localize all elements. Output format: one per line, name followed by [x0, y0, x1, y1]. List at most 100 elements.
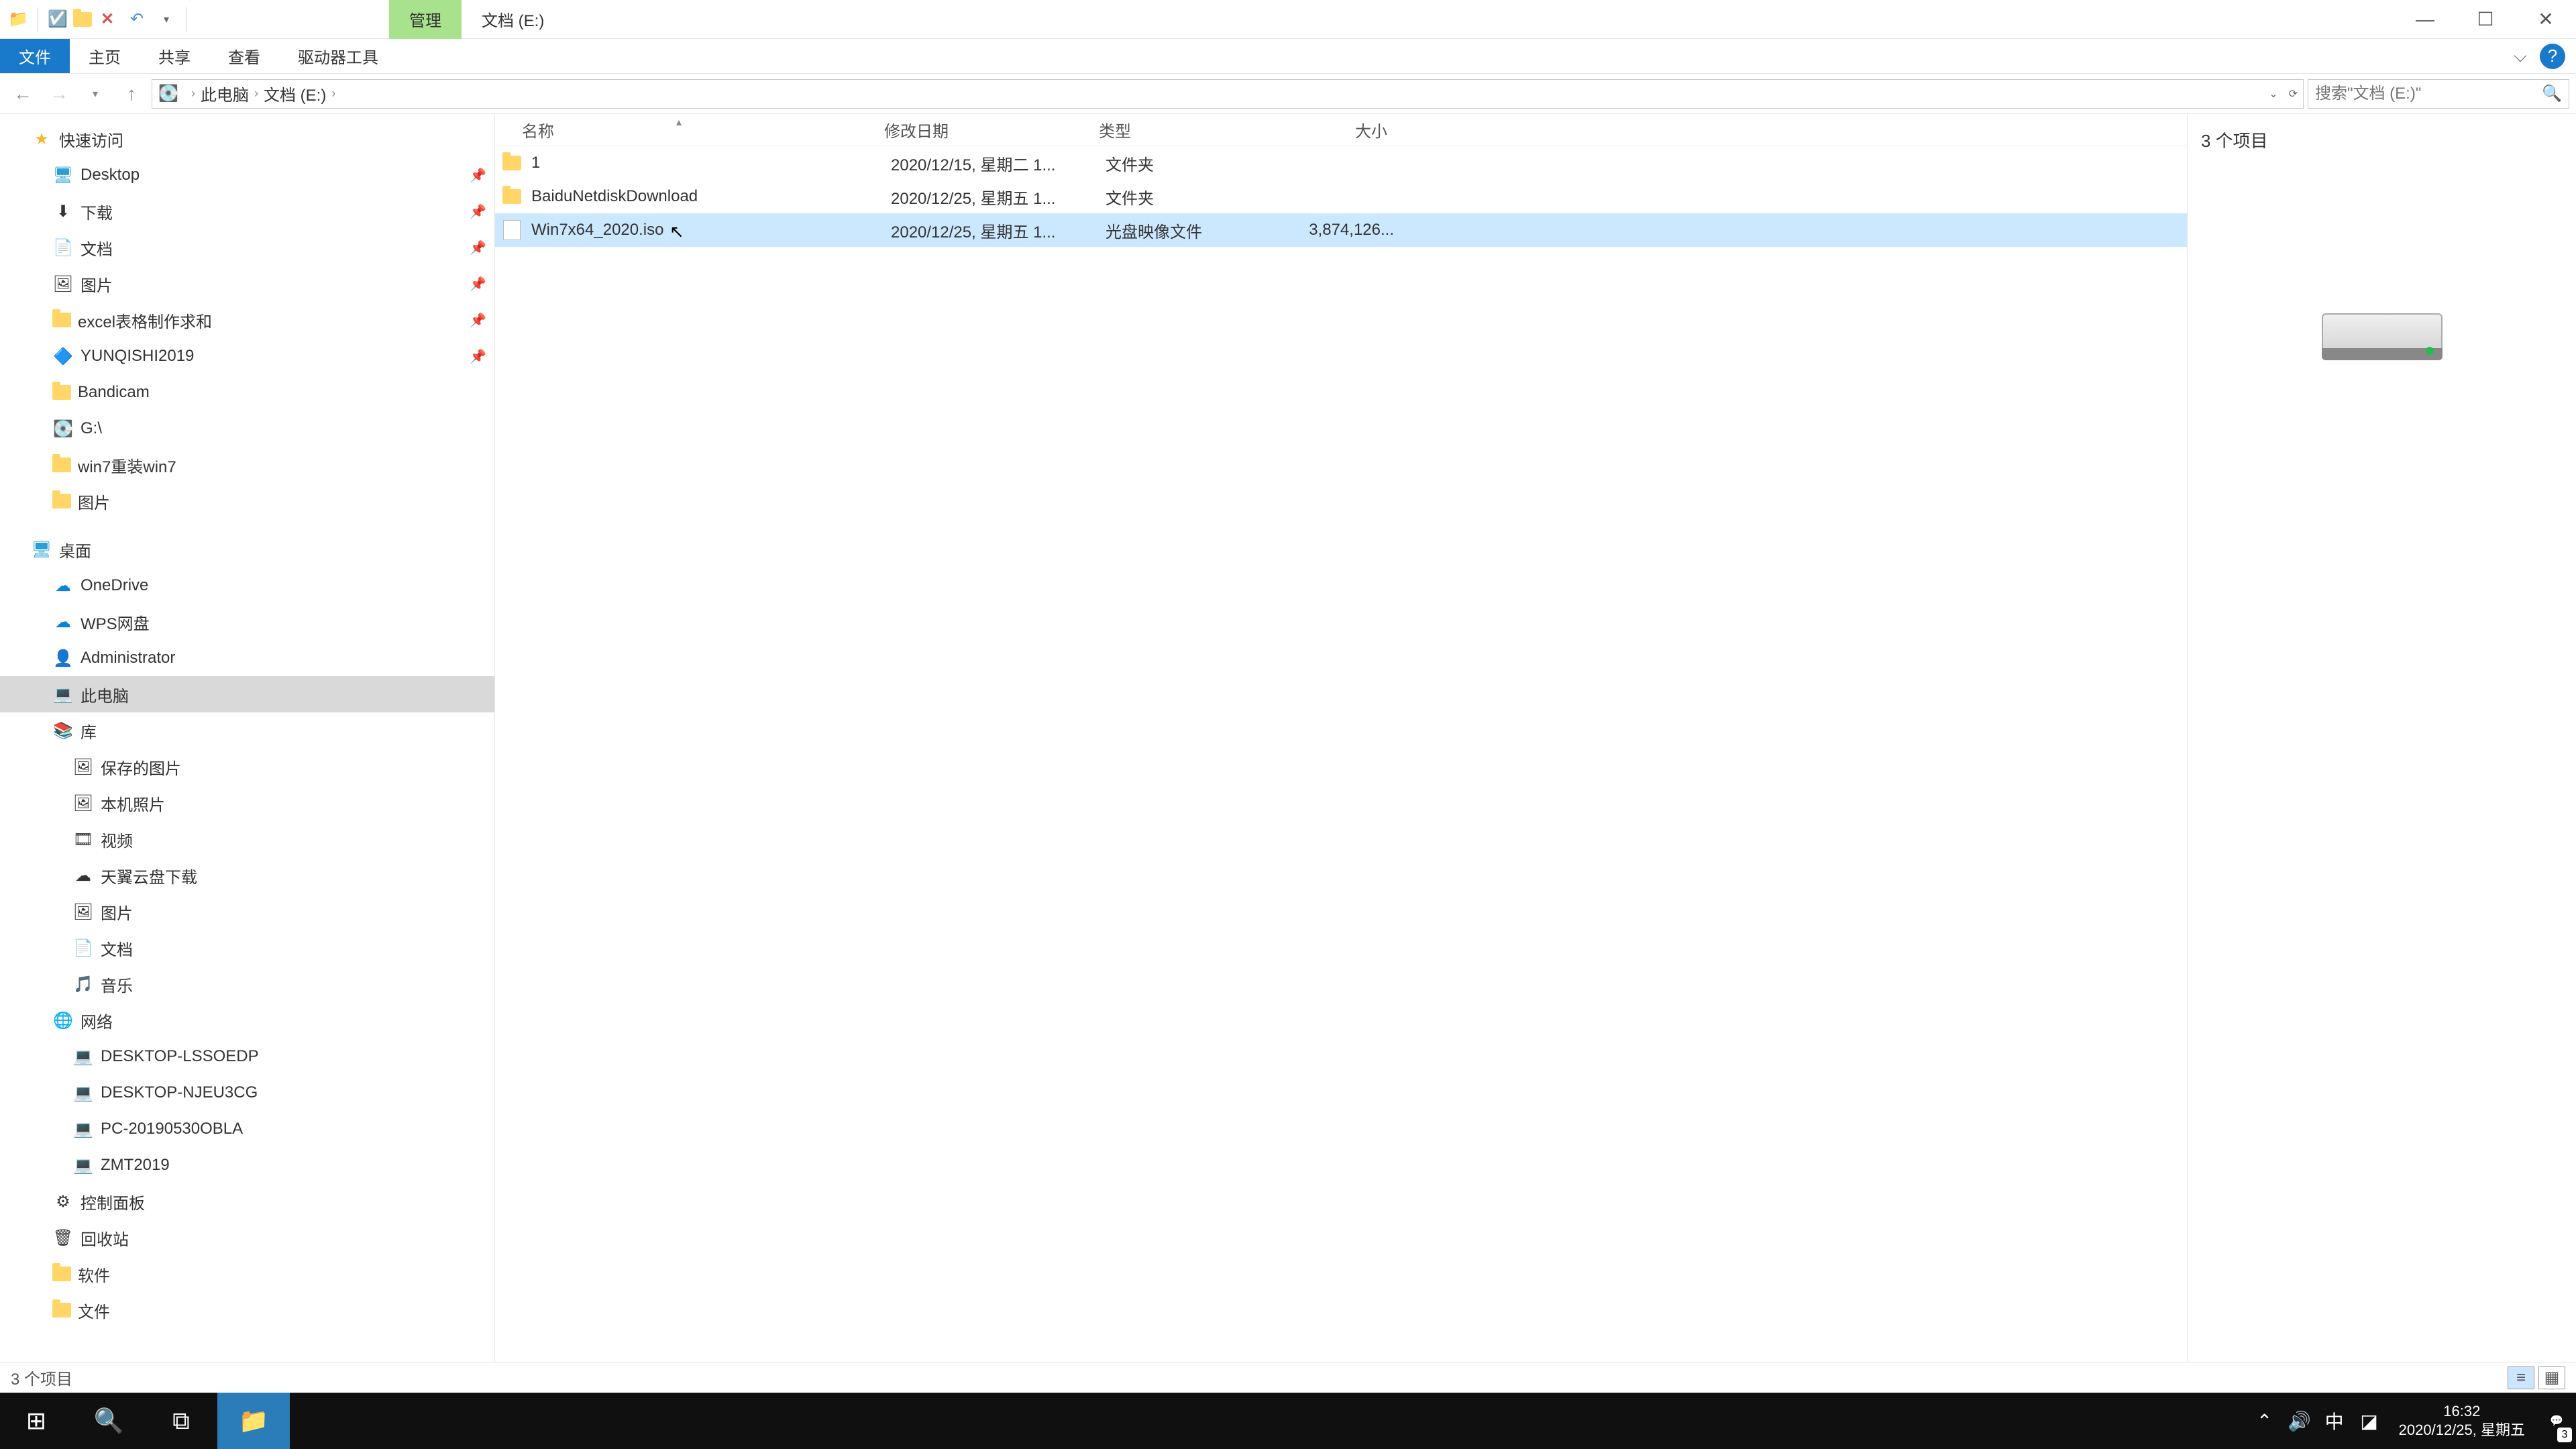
nav-excel-folder[interactable]: excel表格制作求和📌: [0, 302, 494, 338]
nav-pictures[interactable]: 🖼图片📌: [0, 266, 494, 302]
explorer-window: 📁 ☑️ ✕ ↶ ▾ 管理 文档 (E:) — ☐ ✕ 文件 主页 共享 查看 …: [0, 0, 2576, 1393]
nav-control-panel[interactable]: ⚙控制面板: [0, 1183, 494, 1220]
nav-videos[interactable]: 🎞视频: [0, 821, 494, 857]
search-button[interactable]: 🔍: [72, 1393, 145, 1449]
content-area: 名称▴ 修改日期 类型 大小 12020/12/15, 星期二 1...文件夹B…: [495, 114, 2576, 1362]
ribbon: 文件 主页 共享 查看 驱动器工具 ⌵ ?: [0, 39, 2576, 74]
address-bar: ← → ▾ ↑ 💽 › 此电脑 › 文档 (E:) › ⌄ ⟳ 🔍: [0, 74, 2576, 114]
nav-wps[interactable]: ☁WPS网盘: [0, 604, 494, 640]
column-header-name[interactable]: 名称▴: [495, 118, 884, 142]
nav-saved-pics[interactable]: 🖼保存的图片: [0, 749, 494, 785]
picture-icon: 🖼: [72, 901, 94, 922]
taskbar-explorer-button[interactable]: 📁: [217, 1393, 290, 1449]
nav-files-folder[interactable]: 文件: [0, 1292, 494, 1328]
qat-undo-icon[interactable]: ↶: [123, 5, 151, 34]
nav-reinstall-folder[interactable]: win7重装win7: [0, 447, 494, 483]
nav-recycle-bin[interactable]: 🗑回收站: [0, 1220, 494, 1256]
ribbon-expand-chevron-icon[interactable]: ⌵: [2508, 44, 2533, 69]
nav-pics2-folder[interactable]: 图片: [0, 483, 494, 519]
search-input[interactable]: [2315, 85, 2542, 103]
file-row[interactable]: BaiduNetdiskDownload2020/12/25, 星期五 1...…: [495, 180, 2187, 213]
qat-delete-icon[interactable]: ✕: [93, 5, 121, 34]
nav-music[interactable]: 🎵音乐: [0, 966, 494, 1002]
sort-asc-icon: ▴: [676, 115, 682, 129]
maximize-button[interactable]: ☐: [2455, 0, 2516, 39]
file-list[interactable]: 名称▴ 修改日期 类型 大小 12020/12/15, 星期二 1...文件夹B…: [495, 114, 2187, 1362]
music-icon: 🎵: [72, 973, 94, 995]
nav-admin[interactable]: 👤Administrator: [0, 640, 494, 676]
nav-lib-pics[interactable]: 🖼图片: [0, 894, 494, 930]
file-row[interactable]: Win7x64_2020.iso2020/12/25, 星期五 1...光盘映像…: [495, 213, 2187, 247]
tray-app-icon[interactable]: ◪: [2352, 1393, 2387, 1449]
help-icon[interactable]: ?: [2540, 44, 2565, 69]
nav-network[interactable]: 🌐网络: [0, 1002, 494, 1038]
nav-desktop[interactable]: 🖥Desktop📌: [0, 157, 494, 193]
column-header-type[interactable]: 类型: [1099, 118, 1280, 142]
app-icon[interactable]: 📁: [4, 5, 32, 34]
file-row[interactable]: 12020/12/15, 星期二 1...文件夹: [495, 146, 2187, 180]
ribbon-tab-home[interactable]: 主页: [70, 39, 140, 73]
back-button[interactable]: ←: [7, 78, 39, 110]
search-icon[interactable]: 🔍: [2542, 84, 2562, 103]
nav-net-pc1[interactable]: 💻DESKTOP-LSSOEDP: [0, 1038, 494, 1075]
start-button[interactable]: ⊞: [0, 1393, 72, 1449]
ribbon-tab-drive-tools[interactable]: 驱动器工具: [279, 39, 397, 73]
nav-net-pc4[interactable]: 💻ZMT2019: [0, 1147, 494, 1183]
nav-net-pc3[interactable]: 💻PC-20190530OBLA: [0, 1111, 494, 1147]
close-button[interactable]: ✕: [2516, 0, 2576, 39]
refresh-icon[interactable]: ⟳: [2289, 87, 2298, 101]
contextual-tab-manage[interactable]: 管理: [389, 0, 462, 39]
nav-net-pc2[interactable]: 💻DESKTOP-NJEU3CG: [0, 1075, 494, 1111]
library-icon: 📚: [52, 720, 74, 741]
nav-camera-roll[interactable]: 🖼本机照片: [0, 785, 494, 821]
nav-bandicam-folder[interactable]: Bandicam: [0, 374, 494, 411]
ribbon-tab-file[interactable]: 文件: [0, 39, 70, 73]
search-box[interactable]: 🔍: [2308, 79, 2569, 109]
navigation-pane[interactable]: ★快速访问 🖥Desktop📌 ⬇下载📌 📄文档📌 🖼图片📌 excel表格制作…: [0, 114, 495, 1362]
nav-desktop-cn[interactable]: 🖥桌面: [0, 531, 494, 568]
network-icon: 🌐: [52, 1010, 74, 1031]
nav-lib-docs[interactable]: 📄文档: [0, 930, 494, 966]
column-header-size[interactable]: 大小: [1280, 118, 1401, 142]
qat-properties-icon[interactable]: ☑️: [44, 5, 72, 34]
nav-gdrive[interactable]: 💽G:\: [0, 411, 494, 447]
nav-onedrive[interactable]: ☁OneDrive: [0, 568, 494, 604]
ime-indicator[interactable]: 中: [2317, 1393, 2352, 1449]
nav-this-pc[interactable]: 💻此电脑: [0, 676, 494, 712]
nav-software-folder[interactable]: 软件: [0, 1256, 494, 1292]
nav-documents[interactable]: 📄文档📌: [0, 229, 494, 266]
action-center-button[interactable]: 💬3: [2537, 1393, 2576, 1449]
nav-tianyi[interactable]: ☁天翼云盘下载: [0, 857, 494, 894]
view-thumbnails-button[interactable]: ▦: [2538, 1366, 2565, 1389]
ribbon-tab-share[interactable]: 共享: [140, 39, 209, 73]
file-name: BaiduNetdiskDownload: [531, 187, 891, 206]
nav-yunqishi-folder[interactable]: 🔷YUNQISHI2019📌: [0, 338, 494, 374]
breadcrumb[interactable]: 💽 › 此电脑 › 文档 (E:) › ⌄ ⟳: [152, 79, 2304, 109]
taskbar-clock[interactable]: 16:32 2020/12/25, 星期五: [2387, 1402, 2537, 1440]
tray-overflow-chevron-icon[interactable]: ⌃: [2247, 1393, 2282, 1449]
column-header-date[interactable]: 修改日期: [884, 118, 1099, 142]
view-details-button[interactable]: ≡: [2508, 1366, 2534, 1389]
qat-customize-chevron-icon[interactable]: ▾: [152, 5, 180, 34]
chevron-right-icon[interactable]: ›: [191, 87, 195, 101]
nav-library[interactable]: 📚库: [0, 712, 494, 749]
qat-new-folder-icon[interactable]: [73, 12, 92, 27]
up-button[interactable]: ↑: [115, 78, 148, 110]
cloud-download-icon: ☁: [72, 865, 94, 886]
breadcrumb-seg-thispc[interactable]: 此电脑: [201, 82, 249, 105]
file-type: 光盘映像文件: [1106, 219, 1287, 242]
forward-button[interactable]: →: [43, 78, 75, 110]
nav-downloads[interactable]: ⬇下载📌: [0, 193, 494, 229]
nav-quick-access[interactable]: ★快速访问: [0, 121, 494, 157]
task-view-button[interactable]: ⧉: [145, 1393, 217, 1449]
breadcrumb-seg-drive[interactable]: 文档 (E:): [264, 82, 326, 105]
chevron-right-icon[interactable]: ›: [254, 87, 258, 101]
file-type: 文件夹: [1106, 185, 1287, 209]
pin-icon: 📌: [470, 348, 486, 365]
volume-icon[interactable]: 🔊: [2282, 1393, 2317, 1449]
address-dropdown-chevron-icon[interactable]: ⌄: [2269, 87, 2277, 101]
minimize-button[interactable]: —: [2395, 0, 2455, 39]
chevron-right-icon[interactable]: ›: [331, 87, 335, 101]
recent-locations-chevron-icon[interactable]: ▾: [79, 78, 111, 110]
ribbon-tab-view[interactable]: 查看: [209, 39, 279, 73]
